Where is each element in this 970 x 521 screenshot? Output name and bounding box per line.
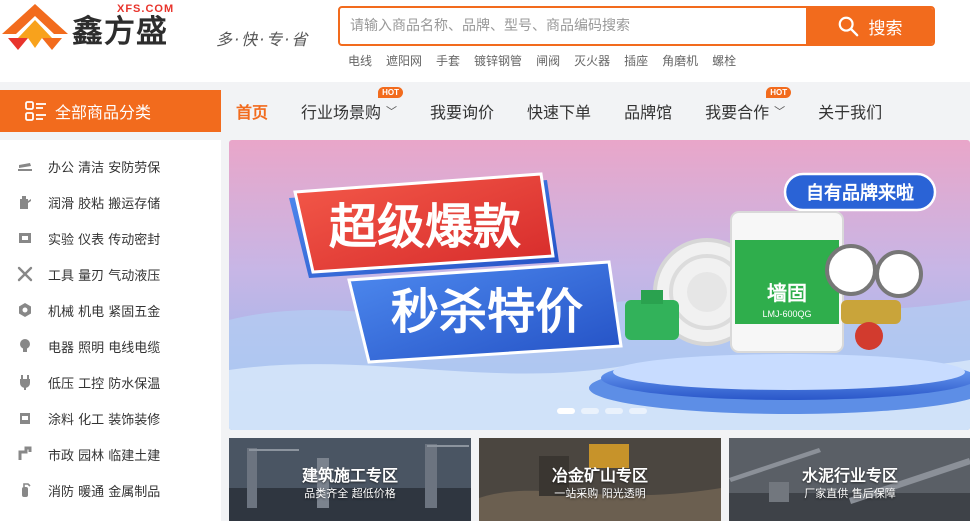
- nav-item-about[interactable]: 关于我们: [818, 99, 882, 123]
- nav-item-cooperate[interactable]: 我要合作 ﹀ HOT: [705, 87, 792, 123]
- hot-badge: HOT: [766, 87, 792, 98]
- hot-word-link[interactable]: 电线: [348, 52, 372, 69]
- chevron-down-icon: ﹀: [774, 105, 786, 118]
- instrument-icon: [16, 229, 34, 247]
- sidebar-item-coatings[interactable]: 涂料 化工 装饰装修: [0, 400, 221, 436]
- hot-word-link[interactable]: 手套: [436, 52, 460, 69]
- logo-slogan: 多·快·专·省: [216, 30, 310, 49]
- zone-subtitle: 品类齐全 超低价格: [304, 487, 396, 500]
- sidebar-item-label: 实验 仪表 传动密封: [48, 232, 161, 248]
- site-header: XFS.COM 鑫方盛 多·快·专·省 搜索 电线 遮阳网 手套 镀锌钢管 闸阀…: [0, 0, 970, 82]
- nav-menu: 首页 行业场景购 ﹀ HOT 我要询价 快速下单 品牌馆 我要合作 ﹀ HOT 关于我们: [236, 87, 915, 132]
- sidebar-item-label: 润滑 胶粘 搬运存储: [48, 196, 161, 212]
- hot-word-link[interactable]: 遮阳网: [386, 52, 422, 69]
- industry-zones: 建筑施工专区 品类齐全 超低价格 冶金矿山专区 一站采购 阳光透明 水泥行业专区…: [229, 438, 970, 521]
- paint-bucket-icon: [16, 409, 34, 427]
- chevron-down-icon: ﹀: [386, 105, 398, 118]
- sidebar-item-office[interactable]: 办公 清洁 安防劳保: [0, 148, 221, 184]
- sidebar-item-fire[interactable]: 消防 暖通 金属制品: [0, 472, 221, 508]
- nav-item-quick-order[interactable]: 快速下单: [527, 99, 591, 123]
- banner-tag: 自有品牌来啦: [806, 182, 914, 204]
- sidebar-item-label: 市政 园林 临建土建: [48, 448, 161, 464]
- hot-word-link[interactable]: 闸阀: [536, 52, 560, 69]
- extinguisher-icon: [16, 481, 34, 499]
- zone-subtitle: 一站采购 阳光透明: [554, 487, 646, 500]
- hot-word-link[interactable]: 镀锌钢管: [474, 52, 522, 69]
- oil-can-icon: [16, 193, 34, 211]
- pipe-icon: [16, 445, 34, 463]
- category-sidebar: 办公 清洁 安防劳保 润滑 胶粘 搬运存储 实验 仪表 传动密封 工具 量刃 气…: [0, 140, 221, 521]
- carousel-dot[interactable]: [605, 408, 623, 414]
- sidebar-item-label: 机械 机电 紧固五金: [48, 304, 161, 320]
- hot-search-words: 电线 遮阳网 手套 镀锌钢管 闸阀 灭火器 插座 角磨机 螺栓: [348, 52, 750, 69]
- nav-item-label: 行业场景购: [301, 103, 382, 122]
- search-icon: [838, 16, 858, 37]
- nav-item-label: 我要合作: [705, 103, 770, 122]
- sidebar-item-lab[interactable]: 实验 仪表 传动密封: [0, 220, 221, 256]
- banner-headline-2: 秒杀特价: [391, 284, 583, 340]
- nav-item-industry-scenes[interactable]: 行业场景购 ﹀ HOT: [301, 87, 404, 123]
- sidebar-item-machinery[interactable]: 机械 机电 紧固五金: [0, 292, 221, 328]
- search-box: 搜索: [338, 6, 935, 46]
- banner-product-brand: 墙固: [767, 281, 807, 305]
- zone-title: 水泥行业专区: [801, 466, 898, 485]
- site-logo[interactable]: XFS.COM 鑫方盛 多·快·专·省: [0, 0, 330, 60]
- sidebar-item-label: 涂料 化工 装饰装修: [48, 412, 161, 428]
- zone-card-construction[interactable]: 建筑施工专区 品类齐全 超低价格: [229, 438, 471, 521]
- search-input[interactable]: [340, 8, 806, 44]
- carousel-dots: [557, 408, 647, 414]
- nav-item-label: 快速下单: [527, 103, 592, 122]
- nav-item-label: 我要询价: [430, 103, 495, 122]
- hot-word-link[interactable]: 插座: [624, 52, 648, 69]
- sidebar-item-municipal[interactable]: 市政 园林 临建土建: [0, 436, 221, 472]
- hot-word-link[interactable]: 角磨机: [662, 52, 698, 69]
- sidebar-item-lubrication[interactable]: 润滑 胶粘 搬运存储: [0, 184, 221, 220]
- nav-item-brands[interactable]: 品牌馆: [624, 99, 672, 123]
- sidebar-item-electrical[interactable]: 电器 照明 电线电缆: [0, 328, 221, 364]
- sidebar-item-label: 低压 工控 防水保温: [48, 376, 161, 392]
- hex-nut-icon: [16, 301, 34, 319]
- zone-card-metallurgy[interactable]: 冶金矿山专区 一站采购 阳光透明: [479, 438, 721, 521]
- nav-item-label: 首页: [236, 103, 269, 122]
- sidebar-item-label: 工具 量刃 气动液压: [48, 268, 161, 284]
- search-button-label: 搜索: [868, 18, 903, 38]
- nav-item-label: 品牌馆: [624, 103, 673, 122]
- all-categories-label: 全部商品分类: [55, 103, 152, 122]
- nav-item-label: 关于我们: [818, 103, 883, 122]
- hot-word-link[interactable]: 灭火器: [574, 52, 610, 69]
- main-navbar: 全部商品分类 首页 行业场景购 ﹀ HOT 我要询价 快速下单 品牌馆 我要合作 ﹀ H…: [0, 87, 970, 132]
- banner-artwork: 超级爆款 秒杀特价 自有品牌来啦 墙固 LMJ-600QG: [229, 140, 970, 430]
- carousel-dot[interactable]: [557, 408, 575, 414]
- zone-card-cement[interactable]: 水泥行业专区 厂家直供 售后保障: [729, 438, 970, 521]
- hot-badge: HOT: [378, 87, 404, 98]
- logo-name: 鑫方盛: [72, 14, 168, 50]
- bulb-icon: [16, 337, 34, 355]
- stapler-icon: [16, 157, 34, 175]
- carousel-dot[interactable]: [629, 408, 647, 414]
- promo-banner[interactable]: 超级爆款 秒杀特价 自有品牌来啦 墙固 LMJ-600QG: [229, 140, 970, 430]
- tools-icon: [16, 265, 34, 283]
- zone-subtitle: 厂家直供 售后保障: [804, 487, 896, 500]
- category-list-icon: [25, 101, 46, 121]
- nav-item-home[interactable]: 首页: [236, 99, 268, 123]
- sidebar-item-low-voltage[interactable]: 低压 工控 防水保温: [0, 364, 221, 400]
- nav-item-inquiry[interactable]: 我要询价: [430, 99, 494, 123]
- zone-title: 建筑施工专区: [301, 466, 398, 485]
- sidebar-item-label: 消防 暖通 金属制品: [48, 484, 161, 500]
- hot-word-link[interactable]: 螺栓: [712, 52, 736, 69]
- all-categories-button[interactable]: 全部商品分类: [0, 90, 221, 132]
- sidebar-item-label: 电器 照明 电线电缆: [48, 340, 161, 356]
- sidebar-item-tools[interactable]: 工具 量刃 气动液压: [0, 256, 221, 292]
- logo-mark-icon: [2, 4, 68, 50]
- plug-icon: [16, 373, 34, 391]
- banner-product-model: LMJ-600QG: [762, 309, 811, 319]
- sidebar-item-label: 办公 清洁 安防劳保: [48, 160, 161, 176]
- search-button[interactable]: 搜索: [806, 8, 933, 44]
- banner-headline-1: 超级爆款: [329, 199, 521, 255]
- zone-title: 冶金矿山专区: [551, 466, 648, 485]
- carousel-dot[interactable]: [581, 408, 599, 414]
